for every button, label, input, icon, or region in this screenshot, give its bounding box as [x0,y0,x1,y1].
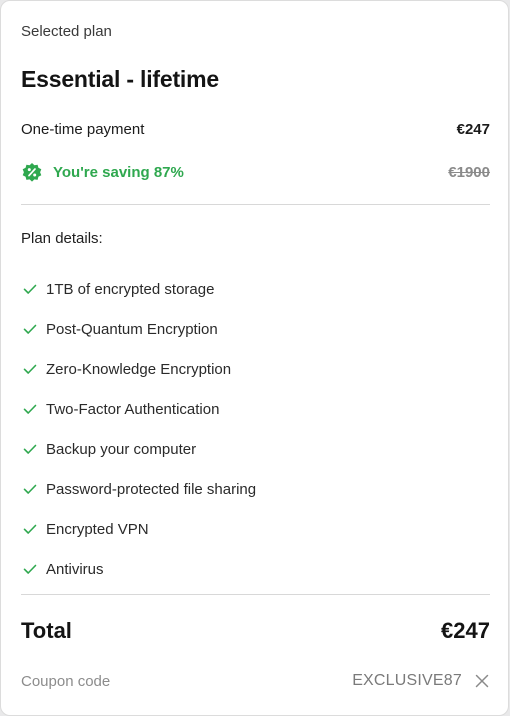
feature-item: Password-protected file sharing [23,469,256,509]
feature-label: Encrypted VPN [46,520,149,538]
feature-list: 1TB of encrypted storage Post-Quantum En… [23,269,256,589]
payment-label: One-time payment [21,120,145,138]
feature-item: Encrypted VPN [23,509,256,549]
saving-row: You're saving 87% €1900 [21,160,490,184]
feature-label: Password-protected file sharing [46,480,257,498]
feature-label: Zero-Knowledge Encryption [46,360,232,378]
total-value: €247 [441,618,490,643]
payment-row: One-time payment €247 [21,118,490,140]
coupon-label: Coupon code [21,672,111,690]
saving-info: You're saving 87% [21,161,184,183]
selected-plan-label: Selected plan [21,23,112,40]
close-icon[interactable] [474,673,490,689]
divider [21,204,490,205]
coupon-code-value: EXCLUSIVE87 [352,672,462,689]
feature-label: 1TB of encrypted storage [46,280,215,298]
feature-label: Two-Factor Authentication [46,400,220,418]
feature-label: Antivirus [46,560,104,578]
order-summary-card: Selected plan Essential - lifetime One-t… [0,0,509,716]
feature-label: Backup your computer [46,440,197,458]
plan-details-label: Plan details: [21,230,103,247]
feature-item: Post-Quantum Encryption [23,309,256,349]
feature-label: Post-Quantum Encryption [46,320,218,338]
feature-item: 1TB of encrypted storage [23,269,256,309]
feature-item: Backup your computer [23,429,256,469]
total-label: Total [21,618,72,643]
check-icon [23,322,37,336]
percent-badge-icon [21,161,43,183]
feature-item: Zero-Knowledge Encryption [23,349,256,389]
coupon-row: Coupon code EXCLUSIVE87 [21,669,490,693]
check-icon [23,402,37,416]
check-icon [23,362,37,376]
check-icon [23,482,37,496]
divider [21,594,490,595]
feature-item: Antivirus [23,549,256,589]
payment-value: €247 [456,120,490,138]
total-row: Total €247 [21,614,490,648]
applied-coupon: EXCLUSIVE87 [352,672,490,690]
original-price: €1900 [448,163,490,181]
check-icon [23,442,37,456]
saving-text: You're saving 87% [53,163,184,181]
check-icon [23,522,37,536]
check-icon [23,562,37,576]
feature-item: Two-Factor Authentication [23,389,256,429]
plan-name: Essential - lifetime [21,66,219,92]
check-icon [23,282,37,296]
